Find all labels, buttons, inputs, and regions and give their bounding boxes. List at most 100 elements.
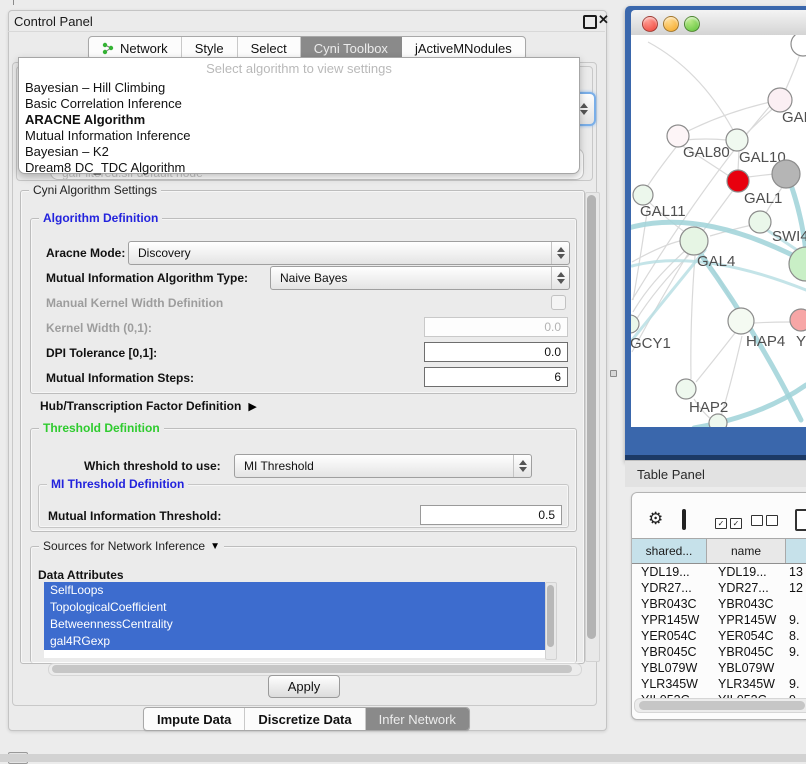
export-table-icon[interactable] xyxy=(795,509,806,531)
algorithm-option[interactable]: Basic Correlation Inference xyxy=(19,96,579,112)
apply-button[interactable]: Apply xyxy=(268,675,340,698)
tab-discretize-data[interactable]: Discretize Data xyxy=(245,708,365,730)
minimize-traffic-light[interactable] xyxy=(663,16,679,32)
algorithm-option[interactable]: Bayesian – Hill Climbing xyxy=(19,80,579,96)
network-node-label: GAL80 xyxy=(683,144,730,161)
network-node[interactable] xyxy=(633,185,653,205)
float-window-icon[interactable] xyxy=(583,15,597,29)
table-row[interactable]: YDL19...YDL19...13 xyxy=(632,564,806,580)
gear-icon[interactable]: ⚙ xyxy=(648,510,663,527)
unselect-all-columns-icon[interactable] xyxy=(751,513,781,531)
attribute-list-item[interactable]: gal4RGexp xyxy=(44,633,545,650)
table-cell: YBR043C xyxy=(707,597,786,611)
network-node[interactable] xyxy=(790,309,806,331)
algorithm-option[interactable]: ARACNE Algorithm xyxy=(19,112,579,128)
algorithm-option[interactable]: Bayesian – K2 xyxy=(19,144,579,160)
cyni-settings-title: Cyni Algorithm Settings xyxy=(29,183,161,197)
bottom-strip xyxy=(0,754,806,762)
settings-vscrollbar[interactable] xyxy=(585,192,600,662)
network-edge[interactable] xyxy=(748,174,774,177)
network-node[interactable] xyxy=(726,129,748,151)
mi-threshold-input[interactable] xyxy=(420,505,562,525)
table-cell: YDL19... xyxy=(632,565,707,579)
table-cell: YBR045C xyxy=(707,645,786,659)
table-cell: YLR345W xyxy=(632,677,707,691)
network-node-label: GAL11 xyxy=(640,203,686,220)
tab-network[interactable]: Network xyxy=(89,37,182,59)
zoom-traffic-light[interactable] xyxy=(684,16,700,32)
columns-icon[interactable] xyxy=(682,509,686,530)
dpi-tolerance-input[interactable] xyxy=(424,342,568,362)
network-edge[interactable] xyxy=(691,256,695,379)
settings-vscrollbar-thumb[interactable] xyxy=(587,195,596,639)
attributes-vscrollbar[interactable] xyxy=(545,582,557,660)
mi-steps-input[interactable] xyxy=(424,367,568,387)
table-row[interactable]: YDR27...YDR27...12 xyxy=(632,580,806,596)
which-threshold-combo[interactable]: MI Threshold xyxy=(234,454,532,478)
network-edge[interactable] xyxy=(684,139,727,140)
tab-infer-network[interactable]: Infer Network xyxy=(366,708,469,730)
table-cell: YBR043C xyxy=(632,597,707,611)
table-cell: YLR345W xyxy=(707,677,786,691)
network-node[interactable] xyxy=(676,379,696,399)
table-row[interactable]: YBR045CYBR045C9. xyxy=(632,644,806,660)
kernel-width-input[interactable] xyxy=(424,317,568,337)
network-node-label: GAL xyxy=(782,109,806,126)
algorithm-option-list: Bayesian – Hill ClimbingBasic Correlatio… xyxy=(19,80,579,176)
close-traffic-light[interactable] xyxy=(642,16,658,32)
algorithm-option[interactable]: Dream8 DC_TDC Algorithm xyxy=(19,160,579,176)
network-node[interactable] xyxy=(680,227,708,255)
network-node[interactable] xyxy=(791,35,806,56)
table-column-header[interactable]: name xyxy=(707,539,786,563)
sources-title-wrap[interactable]: Sources for Network Inference ▼ xyxy=(39,539,224,553)
network-node-label: Y xyxy=(796,333,806,350)
table-cell: YBL079W xyxy=(707,661,786,675)
manual-kernel-checkbox[interactable] xyxy=(551,295,566,310)
close-icon[interactable]: ✕ xyxy=(598,12,609,28)
algorithm-dropdown-placeholder: Select algorithm to view settings xyxy=(19,58,579,80)
data-attributes-list[interactable]: SelfLoopsTopologicalCoefficientBetweenne… xyxy=(44,582,545,658)
network-edge[interactable] xyxy=(647,146,677,187)
network-node[interactable] xyxy=(727,170,749,192)
table-column-header[interactable] xyxy=(786,539,806,563)
tab-impute-data[interactable]: Impute Data xyxy=(144,708,245,730)
network-node-label: SWI4 xyxy=(772,228,806,245)
table-hscrollbar-thumb[interactable] xyxy=(639,701,805,710)
network-edge[interactable] xyxy=(696,333,735,382)
dpi-tolerance-label: DPI Tolerance [0,1]: xyxy=(46,346,157,360)
table-row[interactable]: YER054CYER054C8. xyxy=(632,628,806,644)
table-cell: 9. xyxy=(786,677,806,691)
attribute-list-item[interactable]: SelfLoops xyxy=(44,582,545,599)
tab-style[interactable]: Style xyxy=(182,37,238,59)
aracne-mode-combo[interactable]: Discovery xyxy=(128,241,570,265)
network-edge[interactable] xyxy=(753,322,790,323)
table-hscrollbar[interactable] xyxy=(634,698,806,713)
network-node-label: GCY1 xyxy=(631,335,671,352)
page: Control Panel ✕ Network Style Select Cyn… xyxy=(0,0,806,762)
table-column-header[interactable]: shared... xyxy=(632,539,707,563)
network-node[interactable] xyxy=(709,414,727,427)
network-canvas[interactable]: GALGAL80GAL10GAL1GAL11SWI4GAL4GCY1HAP4YH… xyxy=(631,35,806,427)
table-cell: 9. xyxy=(786,613,806,627)
mi-type-combo[interactable]: Naive Bayes xyxy=(270,266,570,290)
attribute-list-item[interactable]: BetweennessCentrality xyxy=(44,616,545,633)
attribute-list-item[interactable]: TopologicalCoefficient xyxy=(44,599,545,616)
attributes-vscrollbar-thumb[interactable] xyxy=(547,585,554,647)
table-row[interactable]: YPR145WYPR145W9. xyxy=(632,612,806,628)
network-node[interactable] xyxy=(772,160,800,188)
tab-select[interactable]: Select xyxy=(238,37,301,59)
network-node[interactable] xyxy=(749,211,771,233)
table-row[interactable]: YLR345WYLR345W9. xyxy=(632,676,806,692)
network-node-label: GAL4 xyxy=(697,253,735,270)
hub-definition-toggle[interactable]: Hub/Transcription Factor Definition ▶ xyxy=(40,399,257,413)
network-node[interactable] xyxy=(728,308,754,334)
tab-jactivemnodules[interactable]: jActiveMNodules xyxy=(402,37,525,59)
settings-hscrollbar-thumb[interactable] xyxy=(52,665,572,673)
table-row[interactable]: YBL079WYBL079W xyxy=(632,660,806,676)
network-icon xyxy=(102,42,115,55)
table-row[interactable]: YBR043CYBR043C xyxy=(632,596,806,612)
select-all-columns-icon[interactable]: ✓✓ xyxy=(715,513,745,531)
splitpane-handle[interactable] xyxy=(610,370,617,377)
algorithm-option[interactable]: Mutual Information Inference xyxy=(19,128,579,144)
tab-cyni-toolbox[interactable]: Cyni Toolbox xyxy=(301,37,402,59)
